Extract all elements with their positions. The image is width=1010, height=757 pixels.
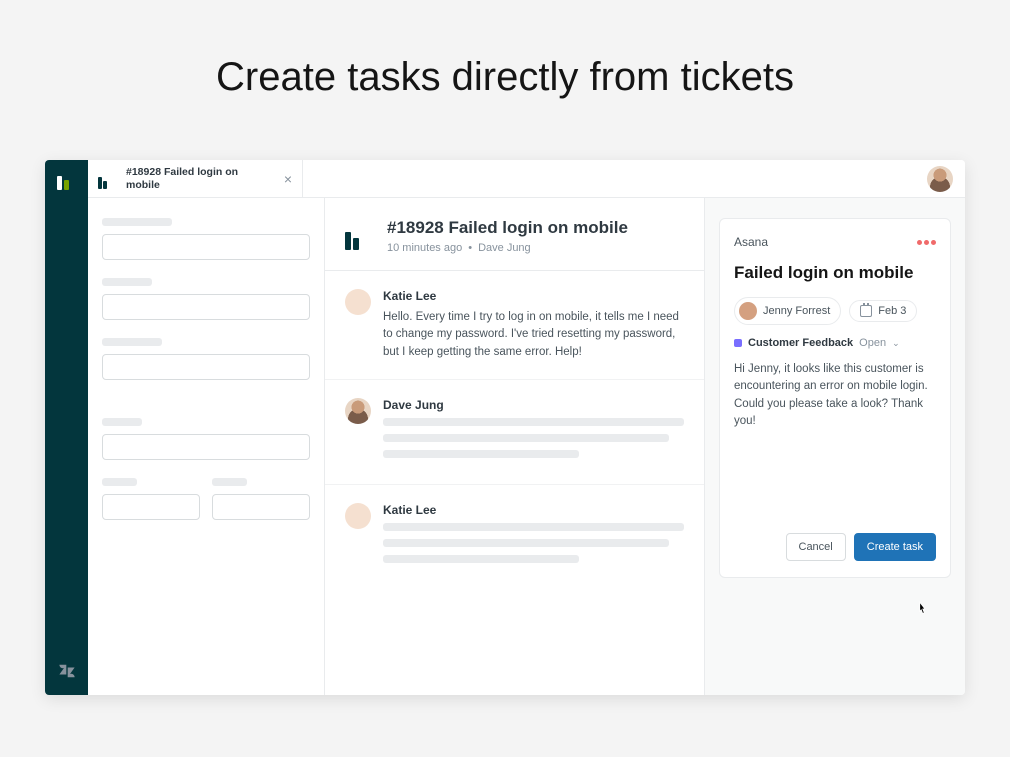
asana-panel: Asana Failed login on mobile Jenny Forre… [719,218,951,578]
message-author: Katie Lee [383,503,684,517]
ticket-title: #18928 Failed login on mobile [387,218,628,238]
task-title-input[interactable]: Failed login on mobile [734,263,936,283]
property-input[interactable] [102,234,310,260]
message-author: Katie Lee [383,289,684,303]
ticket-icon [98,169,118,189]
assignee-picker[interactable]: Jenny Forrest [734,297,841,325]
conversation-panel: #18928 Failed login on mobile 10 minutes… [325,198,705,695]
calendar-icon [860,305,872,317]
message-text: Hello. Every time I try to log in on mob… [383,309,684,361]
ticket-meta: 10 minutes ago•Dave Jung [387,242,628,254]
ticket-icon [345,222,373,250]
asana-app-name: Asana [734,235,768,249]
avatar [345,289,371,315]
property-input[interactable] [102,294,310,320]
app-window: #18928 Failed login on mobile × [45,160,965,695]
due-date-picker[interactable]: Feb 3 [849,300,917,322]
tab-title: #18928 Failed login on mobile [126,166,246,191]
avatar [739,302,757,320]
cursor-pointer-icon [913,600,931,618]
product-logo-icon [57,170,77,190]
task-description-input[interactable]: Hi Jenny, it looks like this customer is… [734,361,936,521]
asana-logo-icon [917,240,936,245]
message-author: Dave Jung [383,398,684,412]
message: Katie Lee [325,485,704,589]
apps-panel: Asana Failed login on mobile Jenny Forre… [705,198,965,695]
zendesk-logo-icon [58,662,76,685]
ticket-header: #18928 Failed login on mobile 10 minutes… [325,198,704,271]
property-input[interactable] [102,354,310,380]
page-heading: Create tasks directly from tickets [0,0,1010,150]
message: Katie Lee Hello. Every time I try to log… [325,271,704,380]
property-input[interactable] [102,434,310,460]
profile-avatar[interactable] [927,166,953,192]
property-input[interactable] [102,494,200,520]
avatar [345,503,371,529]
project-color-icon [734,339,742,347]
nav-rail [45,160,88,695]
project-picker[interactable]: Customer Feedback Open ⌄ [734,337,936,349]
ticket-tab[interactable]: #18928 Failed login on mobile × [88,160,303,197]
close-icon[interactable]: × [284,171,292,187]
topbar: #18928 Failed login on mobile × [88,160,965,198]
avatar [345,398,371,424]
message: Dave Jung [325,380,704,485]
property-input[interactable] [212,494,310,520]
cancel-button[interactable]: Cancel [786,533,846,561]
chevron-down-icon: ⌄ [892,338,900,349]
ticket-properties-panel [88,198,325,695]
create-task-button[interactable]: Create task [854,533,936,561]
